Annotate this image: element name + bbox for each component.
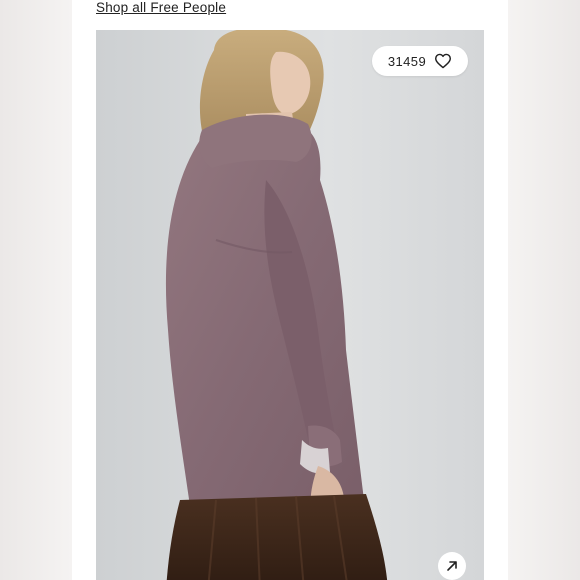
expand-image-button[interactable]	[438, 552, 466, 580]
product-image	[96, 30, 484, 580]
left-margin	[0, 0, 72, 580]
product-photo[interactable]: 31459	[96, 30, 484, 580]
listing-page: Shop all Free People 31459	[72, 0, 508, 580]
like-button[interactable]: 31459	[372, 46, 468, 76]
heart-outline-icon	[435, 53, 452, 69]
arrow-up-right-icon	[447, 561, 457, 571]
like-count: 31459	[387, 53, 427, 69]
right-margin	[508, 0, 580, 580]
shop-all-link[interactable]: Shop all Free People	[96, 0, 226, 15]
